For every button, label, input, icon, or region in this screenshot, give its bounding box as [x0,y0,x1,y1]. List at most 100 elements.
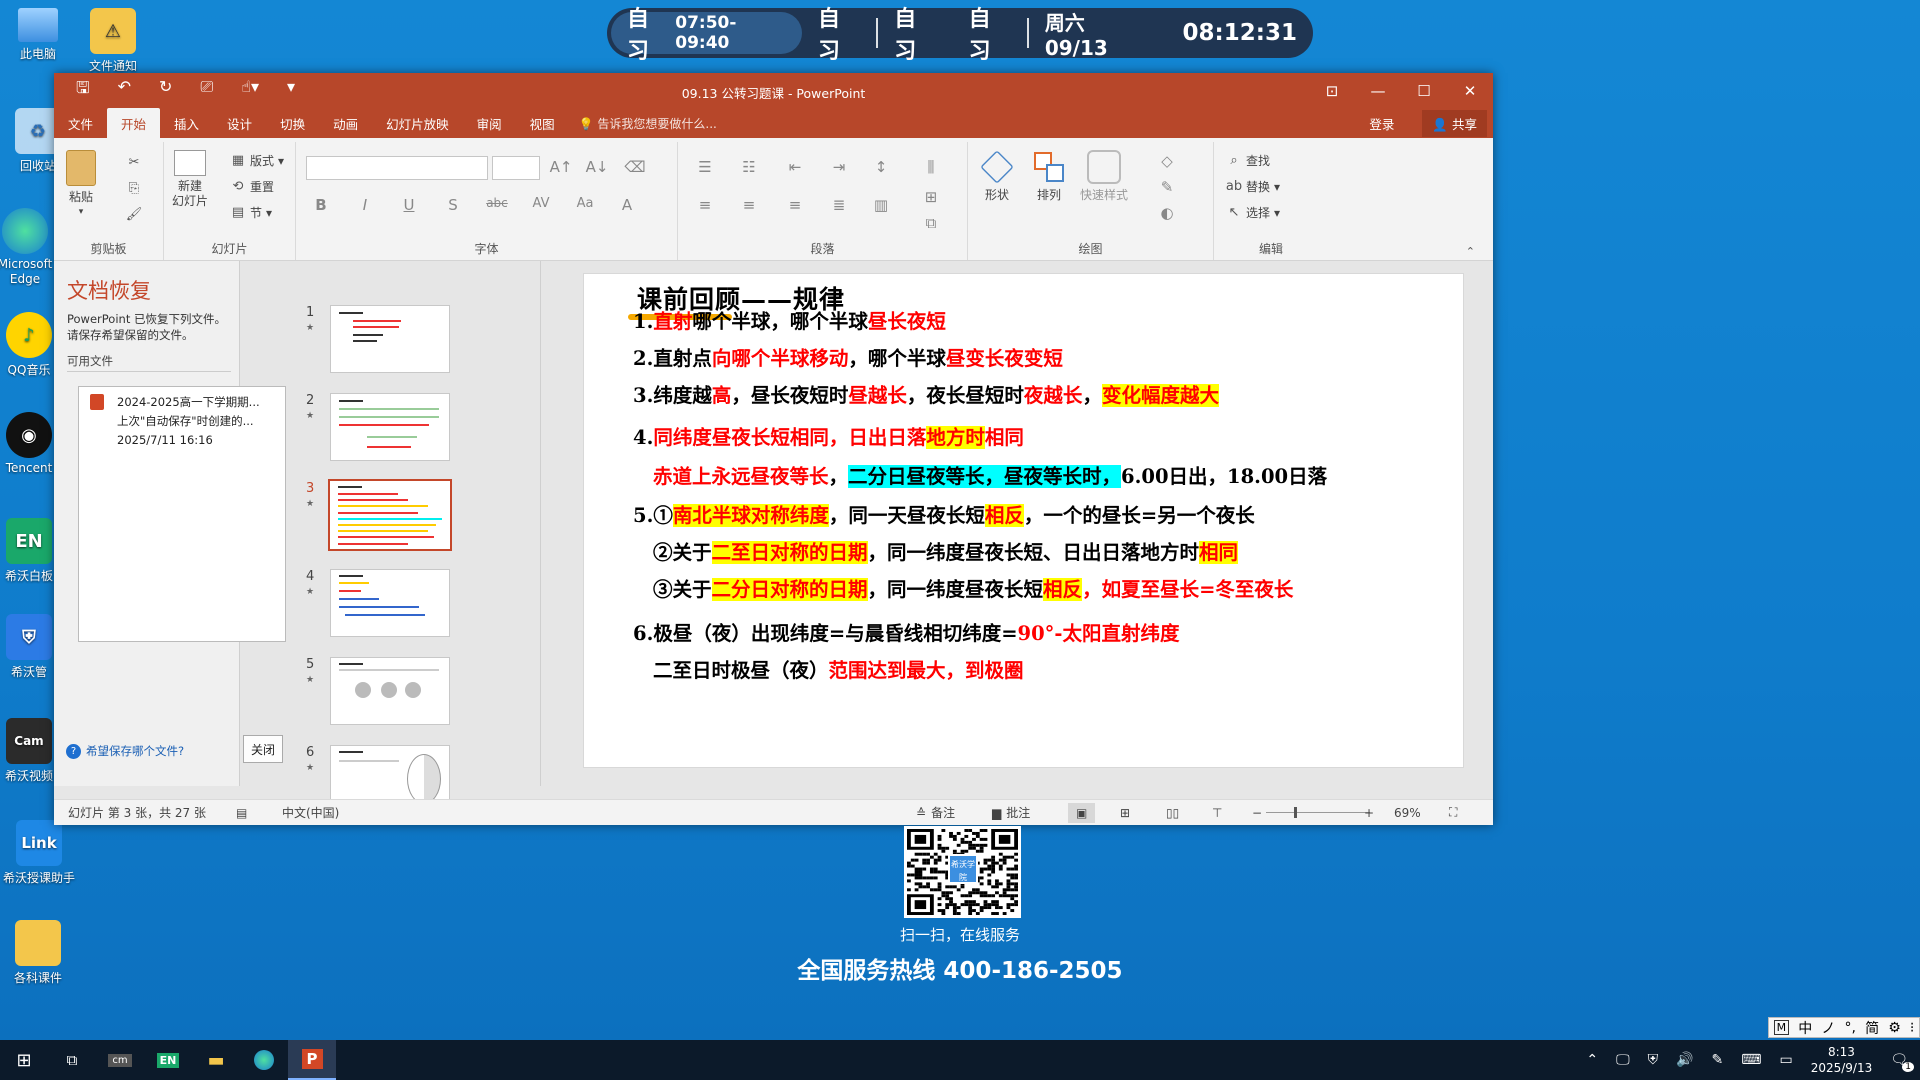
customize-toolbar-icon[interactable]: ▾ [287,77,295,104]
find-button[interactable]: ⌕ 查找 [1226,152,1270,169]
text-direction-icon[interactable]: ⫼ [918,158,944,176]
tab-design[interactable]: 设计 [213,108,266,138]
arrange-button[interactable]: 排列 [1032,150,1066,203]
keyboard-icon[interactable]: ⌨ [1741,1052,1761,1068]
tab-animations[interactable]: 动画 [319,108,372,138]
save-icon[interactable]: 🖫 [76,77,90,104]
tab-slideshow[interactable]: 幻灯片放映 [372,108,463,138]
undo-icon[interactable]: ↶ [118,77,131,104]
zoom-out-icon[interactable]: − [1252,806,1262,820]
select-button[interactable]: ↖ 选择 ▾ [1226,204,1281,221]
font-size-input[interactable] [492,156,540,180]
taskbar-edge-icon[interactable] [240,1040,288,1080]
notes-button[interactable]: ≙ 备注 [916,804,955,821]
taskbar-powerpoint-icon[interactable]: P [288,1040,336,1080]
cut-icon[interactable]: ✂ [126,154,142,170]
start-button[interactable]: ⊞ [0,1040,48,1080]
language-indicator[interactable]: 中文(中国) [282,804,339,821]
close-button[interactable]: ✕ [1447,73,1493,108]
redo-icon[interactable]: ↻ [159,77,172,104]
fit-to-window-icon[interactable]: ⛶ [1449,805,1457,820]
recovery-help-link[interactable]: ? 希望保存哪个文件? [66,743,184,759]
columns-icon[interactable]: ▥ [868,196,894,214]
minimize-button[interactable]: — [1355,73,1401,108]
align-right-icon[interactable]: ≡ [782,196,808,214]
bullets-icon[interactable]: ☰ [692,158,718,176]
reset-button[interactable]: ⟲ 重置 [230,178,274,195]
taskbar-clock[interactable]: 8:13 2025/9/13 [1811,1044,1873,1076]
align-text-icon[interactable]: ⊞ [918,188,944,206]
security-shield-icon[interactable]: ⛨ [1648,1052,1659,1068]
increase-indent-icon[interactable]: ⇥ [826,158,852,176]
task-view-icon[interactable]: ⧉ [48,1040,96,1080]
sign-in-link[interactable]: 登录 [1369,114,1394,133]
quick-styles-button[interactable]: 快速样式 [1080,150,1128,203]
justify-icon[interactable]: ≣ [826,196,852,214]
shape-effects-icon[interactable]: ◐ [1154,204,1180,222]
tab-view[interactable]: 视图 [516,108,569,138]
shape-outline-icon[interactable]: ✎ [1154,178,1180,196]
current-slide[interactable]: 课前回顾——规律 1.直射哪个半球，哪个半球昼长夜短 2.直射点向哪个半球移动，… [583,273,1464,768]
tab-transitions[interactable]: 切换 [266,108,319,138]
taskbar-camera-app-icon[interactable]: cm [96,1040,144,1080]
touch-mode-icon[interactable]: ☝▾ [241,77,259,104]
section-button[interactable]: ▤ 节 ▾ [230,204,272,221]
font-color-icon[interactable]: A [614,196,640,214]
desktop-icon-edge[interactable]: Microsoft Edge [0,208,60,287]
ime-half-width-icon[interactable]: ノ [1821,1018,1835,1038]
tab-file[interactable]: 文件 [54,108,107,138]
zoom-slider-thumb[interactable] [1294,807,1297,818]
increase-font-icon[interactable]: A↑ [548,158,574,176]
collapse-ribbon-icon[interactable]: ⌃ [1466,245,1475,258]
change-case-icon[interactable]: Aa [572,196,598,211]
taskbar-en-board-icon[interactable]: EN [144,1040,192,1080]
zoom-level[interactable]: 69% [1394,806,1421,820]
replace-button[interactable]: ab 替换 ▾ [1226,178,1280,195]
align-left-icon[interactable]: ≡ [692,196,718,214]
maximize-button[interactable]: ☐ [1401,73,1447,108]
reading-view-icon[interactable]: ▯▯ [1166,806,1179,820]
paste-button[interactable]: 粘贴 ▾ [66,150,96,217]
ime-settings-icon[interactable]: ⚙ [1888,1020,1901,1036]
network-icon[interactable]: 🖵 [1616,1052,1630,1068]
ime-mode-icon[interactable]: M [1773,1020,1790,1035]
ime-more-icon[interactable]: ⁝ [1910,1020,1914,1036]
comments-button[interactable]: ▆ 批注 [992,804,1030,821]
shape-fill-icon[interactable]: ◇ [1154,152,1180,170]
volume-icon[interactable]: 🔊 [1676,1052,1693,1068]
line-spacing-icon[interactable]: ↕ [868,158,894,176]
text-shadow-icon[interactable]: S [440,196,466,214]
desktop-icon-seewo-link[interactable]: Link 希沃授课助手 [0,820,84,886]
ime-simplified-toggle[interactable]: 简 [1865,1018,1879,1038]
tell-me-search[interactable]: 💡 告诉我您想要做什么... [579,115,717,132]
align-center-icon[interactable]: ≡ [736,196,762,214]
char-spacing-icon[interactable]: AV [528,196,554,211]
clear-format-icon[interactable]: ⌫ [622,158,648,176]
show-hidden-icons-chevron-icon[interactable]: ⌃ [1586,1052,1598,1068]
tab-insert[interactable]: 插入 [160,108,213,138]
shapes-button[interactable]: 形状 [980,150,1014,203]
decrease-indent-icon[interactable]: ⇤ [782,158,808,176]
tab-review[interactable]: 审阅 [463,108,516,138]
zoom-slider[interactable] [1266,812,1370,813]
notification-center-icon[interactable]: 🗨 1 [1890,1052,1914,1072]
bold-icon[interactable]: B [308,196,334,214]
italic-icon[interactable]: I [352,196,378,214]
slideshow-icon[interactable]: ⎚ [200,77,213,104]
ime-punctuation-icon[interactable]: °, [1844,1020,1855,1036]
tab-home[interactable]: 开始 [107,108,161,138]
normal-view-icon[interactable]: ▣ [1068,802,1096,823]
strikethrough-icon[interactable]: abc [484,196,510,210]
desktop-icon-file-notice[interactable]: ⚠ 文件通知 [73,8,153,74]
smartart-icon[interactable]: ⧉ [918,214,944,232]
new-slide-button[interactable]: 新建 幻灯片 [172,150,208,209]
spell-check-icon[interactable]: ▤ [236,806,247,820]
font-name-input[interactable] [306,156,488,180]
numbering-icon[interactable]: ☷ [736,158,762,176]
format-painter-icon[interactable]: 🖌 [126,206,143,222]
recovered-file-item[interactable]: 2024-2025高一下学期期... 上次"自动保存"时创建的... 2025/… [117,393,285,450]
tablet-mode-icon[interactable]: ▭ [1779,1052,1792,1068]
desktop-icon-this-pc[interactable]: 此电脑 [0,8,78,62]
decrease-font-icon[interactable]: A↓ [584,158,610,176]
slideshow-view-icon[interactable]: ⊤ [1212,806,1222,820]
